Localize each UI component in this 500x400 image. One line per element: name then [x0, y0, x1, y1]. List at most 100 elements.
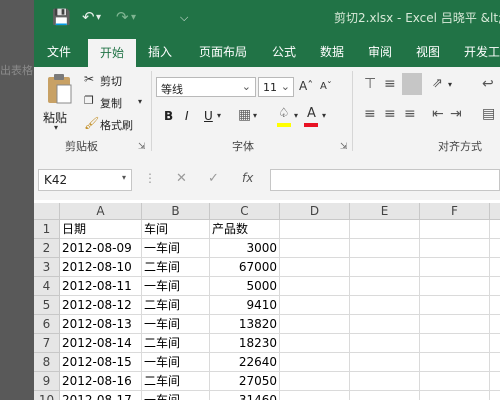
cell-f[interactable] [420, 372, 490, 391]
underline-dropdown-icon[interactable]: ▾ [217, 111, 221, 120]
cell-a[interactable]: 2012-08-13 [60, 315, 142, 334]
enter-icon[interactable]: ✓ [208, 171, 219, 186]
tab-data[interactable]: 数据 [312, 37, 352, 67]
tab-formulas[interactable]: 公式 [264, 37, 304, 67]
cell-e[interactable] [350, 315, 420, 334]
column-header[interactable]: F [420, 203, 490, 220]
cell-a[interactable]: 2012-08-14 [60, 334, 142, 353]
bold-button[interactable]: B [164, 109, 173, 123]
cell-a[interactable]: 2012-08-12 [60, 296, 142, 315]
cell-f[interactable] [420, 315, 490, 334]
row-header[interactable]: 1 [34, 220, 60, 239]
cell-c[interactable]: 3000 [210, 239, 280, 258]
formula-input[interactable] [270, 169, 500, 191]
cell-c[interactable]: 5000 [210, 277, 280, 296]
borders-dropdown-icon[interactable]: ▾ [253, 111, 257, 120]
tab-insert[interactable]: 插入 [140, 37, 180, 67]
column-header[interactable] [490, 203, 500, 220]
cell-b[interactable]: 一车间 [142, 353, 210, 372]
fill-color-dropdown-icon[interactable]: ▾ [294, 111, 298, 120]
cell-d[interactable] [280, 372, 350, 391]
row-header[interactable]: 3 [34, 258, 60, 277]
tab-file[interactable]: 文件 [40, 37, 78, 67]
cell-f[interactable] [420, 353, 490, 372]
copy-icon[interactable]: ❐ [84, 94, 94, 107]
cell-d[interactable] [280, 296, 350, 315]
cell-a[interactable]: 2012-08-11 [60, 277, 142, 296]
cell-c[interactable]: 18230 [210, 334, 280, 353]
cell-d[interactable] [280, 277, 350, 296]
cell-c[interactable]: 22640 [210, 353, 280, 372]
tab-page-layout[interactable]: 页面布局 [190, 37, 256, 67]
cell-g[interactable] [490, 296, 500, 315]
cell-g[interactable] [490, 372, 500, 391]
cell-g[interactable] [490, 277, 500, 296]
paste-button[interactable]: 粘贴 ▾ [40, 71, 78, 133]
font-color-dropdown-icon[interactable]: ▾ [322, 111, 326, 120]
font-color-icon[interactable]: A [307, 106, 316, 121]
cell-f[interactable] [420, 334, 490, 353]
cell-a[interactable]: 2012-08-09 [60, 239, 142, 258]
cell-b[interactable]: 一车间 [142, 239, 210, 258]
row-header[interactable]: 7 [34, 334, 60, 353]
italic-button[interactable]: I [185, 109, 189, 123]
borders-icon[interactable]: ▦ [238, 107, 251, 123]
cell-c[interactable]: 产品数 [210, 220, 280, 239]
redo-dropdown-icon[interactable]: ▾ [131, 12, 136, 23]
cell-b[interactable]: 一车间 [142, 277, 210, 296]
cell-e[interactable] [350, 353, 420, 372]
cell-g[interactable] [490, 239, 500, 258]
cell-c[interactable]: 31460 [210, 391, 280, 400]
wrap-text-icon[interactable]: ↩ [482, 76, 494, 92]
tab-review[interactable]: 审阅 [360, 37, 400, 67]
select-all-corner[interactable] [34, 203, 60, 220]
clipboard-launcher-icon[interactable]: ⇲ [138, 142, 146, 152]
font-name-select[interactable]: 等线 ⌄ [156, 77, 256, 97]
cut-button[interactable]: 剪切 [100, 73, 122, 89]
cell-g[interactable] [490, 315, 500, 334]
merge-center-icon[interactable]: ▤ [482, 106, 495, 122]
align-top-icon[interactable]: ⊤ [364, 76, 376, 92]
cell-g[interactable] [490, 391, 500, 400]
redo-icon[interactable]: ↷ [116, 8, 129, 26]
cell-c[interactable]: 27050 [210, 372, 280, 391]
cut-icon[interactable]: ✂ [84, 72, 94, 86]
row-header[interactable]: 2 [34, 239, 60, 258]
align-middle-icon[interactable]: ≡ [384, 76, 396, 92]
cell-a[interactable]: 2012-08-16 [60, 372, 142, 391]
font-size-select[interactable]: 11 ⌄ [258, 77, 294, 97]
column-header[interactable]: A [60, 203, 142, 220]
cell-e[interactable] [350, 239, 420, 258]
cell-d[interactable] [280, 315, 350, 334]
undo-icon[interactable]: ↶ [82, 8, 95, 26]
cell-a[interactable]: 2012-08-15 [60, 353, 142, 372]
cell-d[interactable] [280, 258, 350, 277]
cell-b[interactable]: 一车间 [142, 391, 210, 400]
cell-g[interactable] [490, 258, 500, 277]
cell-a[interactable]: 2012-08-17 [60, 391, 142, 400]
cell-g[interactable] [490, 334, 500, 353]
cancel-icon[interactable]: ✕ [176, 171, 187, 186]
cell-e[interactable] [350, 258, 420, 277]
cell-b[interactable]: 二车间 [142, 372, 210, 391]
column-header[interactable]: B [142, 203, 210, 220]
underline-button[interactable]: U [204, 109, 213, 123]
cell-e[interactable] [350, 296, 420, 315]
undo-dropdown-icon[interactable]: ▾ [96, 12, 101, 23]
cell-a[interactable]: 2012-08-10 [60, 258, 142, 277]
orientation-dropdown-icon[interactable]: ▾ [448, 80, 452, 89]
cell-g[interactable] [490, 220, 500, 239]
cell-d[interactable] [280, 239, 350, 258]
copy-button[interactable]: 复制 [100, 95, 122, 111]
cell-b[interactable]: 二车间 [142, 334, 210, 353]
cell-c[interactable]: 67000 [210, 258, 280, 277]
cell-d[interactable] [280, 353, 350, 372]
cell-b[interactable]: 车间 [142, 220, 210, 239]
cell-d[interactable] [280, 334, 350, 353]
customize-qat-icon[interactable]: ⌵ [180, 11, 188, 25]
orientation-icon[interactable]: ⇗ [432, 76, 443, 91]
format-painter-button[interactable]: 格式刷 [100, 117, 133, 133]
cell-e[interactable] [350, 372, 420, 391]
name-box[interactable]: K42 ▾ [38, 169, 132, 191]
cell-a[interactable]: 日期 [60, 220, 142, 239]
